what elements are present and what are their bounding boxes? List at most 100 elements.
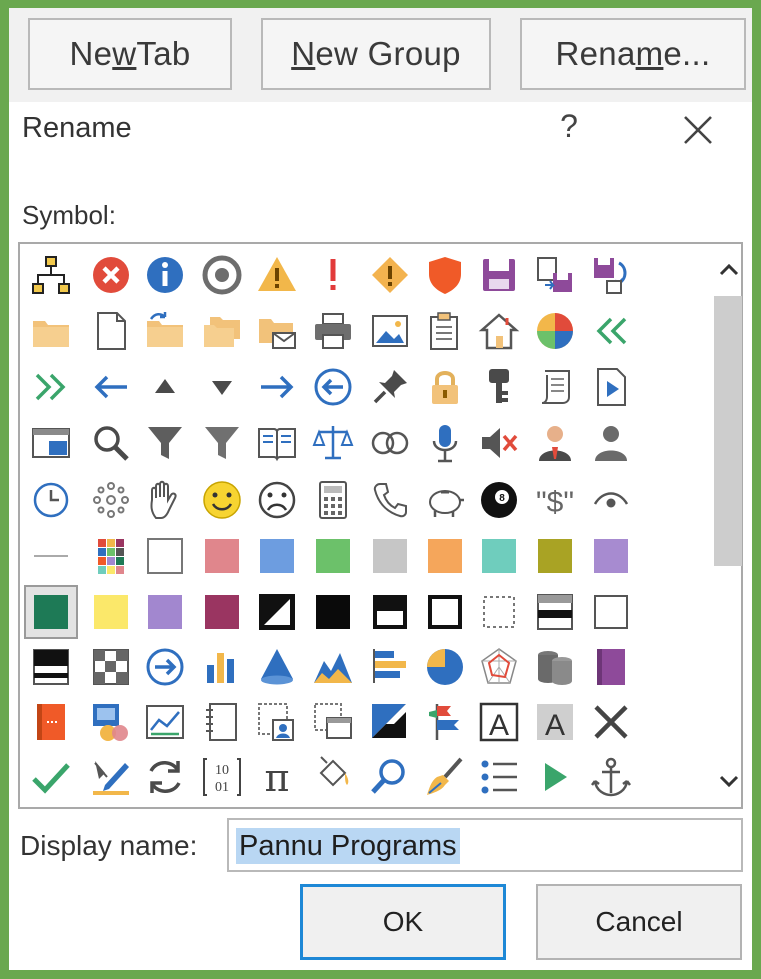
symbol-line[interactable]: [24, 529, 78, 583]
symbol-org-chart[interactable]: [24, 248, 78, 302]
symbol-square-outline-thick[interactable]: [418, 585, 472, 639]
close-button[interactable]: [676, 108, 720, 152]
symbol-window-dark[interactable]: [363, 585, 417, 639]
symbol-double-arrow-right[interactable]: [24, 360, 78, 414]
symbol-area-mountain[interactable]: [306, 640, 360, 694]
symbol-window-view[interactable]: [24, 416, 78, 470]
symbol-scrollbar[interactable]: [710, 250, 748, 803]
symbol-sq-rose[interactable]: [195, 529, 249, 583]
symbol-phone[interactable]: [363, 473, 417, 527]
symbol-rings[interactable]: [363, 416, 417, 470]
symbol-funnel-2[interactable]: [195, 416, 249, 470]
symbol-sq-orange[interactable]: [418, 529, 472, 583]
symbol-floppy[interactable]: [472, 248, 526, 302]
symbol-eight-ball[interactable]: 8: [472, 473, 526, 527]
symbol-folder-arrow[interactable]: [138, 304, 192, 358]
scroll-down-button[interactable]: [710, 763, 748, 799]
symbol-search-blue[interactable]: [363, 750, 417, 804]
symbol-book-purple[interactable]: [584, 640, 638, 694]
symbol-radar[interactable]: [472, 640, 526, 694]
symbol-triangle-down[interactable]: [195, 360, 249, 414]
symbol-hand[interactable]: [138, 473, 192, 527]
symbol-chart-window[interactable]: [138, 695, 192, 749]
symbol-arrow-right[interactable]: [250, 360, 304, 414]
symbol-mute[interactable]: [472, 416, 526, 470]
symbol-sq-dkgreen[interactable]: [24, 585, 78, 639]
symbol-warning-triangle[interactable]: [250, 248, 304, 302]
symbol-frown[interactable]: [250, 473, 304, 527]
symbol-window-black[interactable]: [24, 640, 78, 694]
symbol-pin[interactable]: [363, 360, 417, 414]
symbol-checker[interactable]: [84, 640, 138, 694]
symbol-square-outline[interactable]: [584, 585, 638, 639]
symbol-sq-white[interactable]: [138, 529, 192, 583]
symbol-circle-arrow-left[interactable]: [306, 360, 360, 414]
new-tab-button[interactable]: Ne w Tab: [28, 18, 232, 90]
symbol-circle-arrow-right[interactable]: [138, 640, 192, 694]
symbol-half-diagonal[interactable]: [250, 585, 304, 639]
symbol-eye[interactable]: [584, 473, 638, 527]
symbol-x-cross[interactable]: [584, 695, 638, 749]
symbol-key[interactable]: [472, 360, 526, 414]
symbol-window-dashed[interactable]: [306, 695, 360, 749]
symbol-sparkle[interactable]: [84, 473, 138, 527]
symbol-sq-yellow[interactable]: [84, 585, 138, 639]
symbol-play-green[interactable]: [528, 750, 582, 804]
symbol-folders[interactable]: [195, 304, 249, 358]
symbol-target-ring[interactable]: [195, 248, 249, 302]
symbol-checkmark[interactable]: [24, 750, 78, 804]
symbol-sq-purple[interactable]: [138, 585, 192, 639]
symbol-microphone[interactable]: [418, 416, 472, 470]
symbol-magnifier[interactable]: [84, 416, 138, 470]
new-group-button[interactable]: New Group: [261, 18, 491, 90]
symbol-warning-diamond[interactable]: [363, 248, 417, 302]
symbol-blank-doc[interactable]: [84, 304, 138, 358]
symbol-pi[interactable]: π: [250, 750, 304, 804]
symbol-flags[interactable]: [418, 695, 472, 749]
symbol-sq-lavender[interactable]: [584, 529, 638, 583]
symbol-window-bar[interactable]: [528, 585, 582, 639]
symbol-sq-silver[interactable]: [363, 529, 417, 583]
symbol-smiley[interactable]: [195, 473, 249, 527]
symbol-pictures[interactable]: [84, 695, 138, 749]
symbol-refresh[interactable]: [138, 750, 192, 804]
symbol-calculator[interactable]: [306, 473, 360, 527]
help-button[interactable]: ?: [553, 108, 585, 148]
symbol-exclamation[interactable]: [306, 248, 360, 302]
symbol-home[interactable]: [472, 304, 526, 358]
symbol-pen-edit[interactable]: [84, 750, 138, 804]
symbol-book-orange[interactable]: [24, 695, 78, 749]
symbol-sq-black[interactable]: [306, 585, 360, 639]
symbol-bucket[interactable]: [306, 750, 360, 804]
symbol-image[interactable]: [363, 304, 417, 358]
symbol-binary[interactable]: 10 01: [195, 750, 249, 804]
scroll-thumb[interactable]: [714, 296, 742, 566]
symbol-bar-chart[interactable]: [195, 640, 249, 694]
symbol-printer[interactable]: [306, 304, 360, 358]
rename-button[interactable]: Rena m e...: [520, 18, 746, 90]
symbol-notebook[interactable]: [195, 695, 249, 749]
symbol-shield[interactable]: [418, 248, 472, 302]
symbol-grid[interactable]: 8 "$" A A 10 01 π: [18, 242, 743, 809]
symbol-folder[interactable]: [24, 304, 78, 358]
symbol-color-grid[interactable]: [84, 529, 138, 583]
symbol-pie-blue[interactable]: [418, 640, 472, 694]
symbol-database[interactable]: [528, 640, 582, 694]
symbol-doc-picture[interactable]: [250, 695, 304, 749]
symbol-square-dashed[interactable]: [472, 585, 526, 639]
symbol-sq-teal[interactable]: [472, 529, 526, 583]
symbol-sq-blue[interactable]: [250, 529, 304, 583]
symbol-bar-horizontal[interactable]: [363, 640, 417, 694]
symbol-diagonal-fill[interactable]: [363, 695, 417, 749]
symbol-person-tie[interactable]: [528, 416, 582, 470]
symbol-funnel[interactable]: [138, 416, 192, 470]
cancel-button[interactable]: Cancel: [536, 884, 742, 960]
symbol-dollar-quotes[interactable]: "$": [528, 473, 582, 527]
symbol-text-a-shaded[interactable]: A: [528, 695, 582, 749]
symbol-sq-green[interactable]: [306, 529, 360, 583]
symbol-copy-save[interactable]: [528, 248, 582, 302]
symbol-text-a-outline[interactable]: A: [472, 695, 526, 749]
symbol-person[interactable]: [584, 416, 638, 470]
symbol-scroll[interactable]: [528, 360, 582, 414]
symbol-sq-maroon[interactable]: [195, 585, 249, 639]
